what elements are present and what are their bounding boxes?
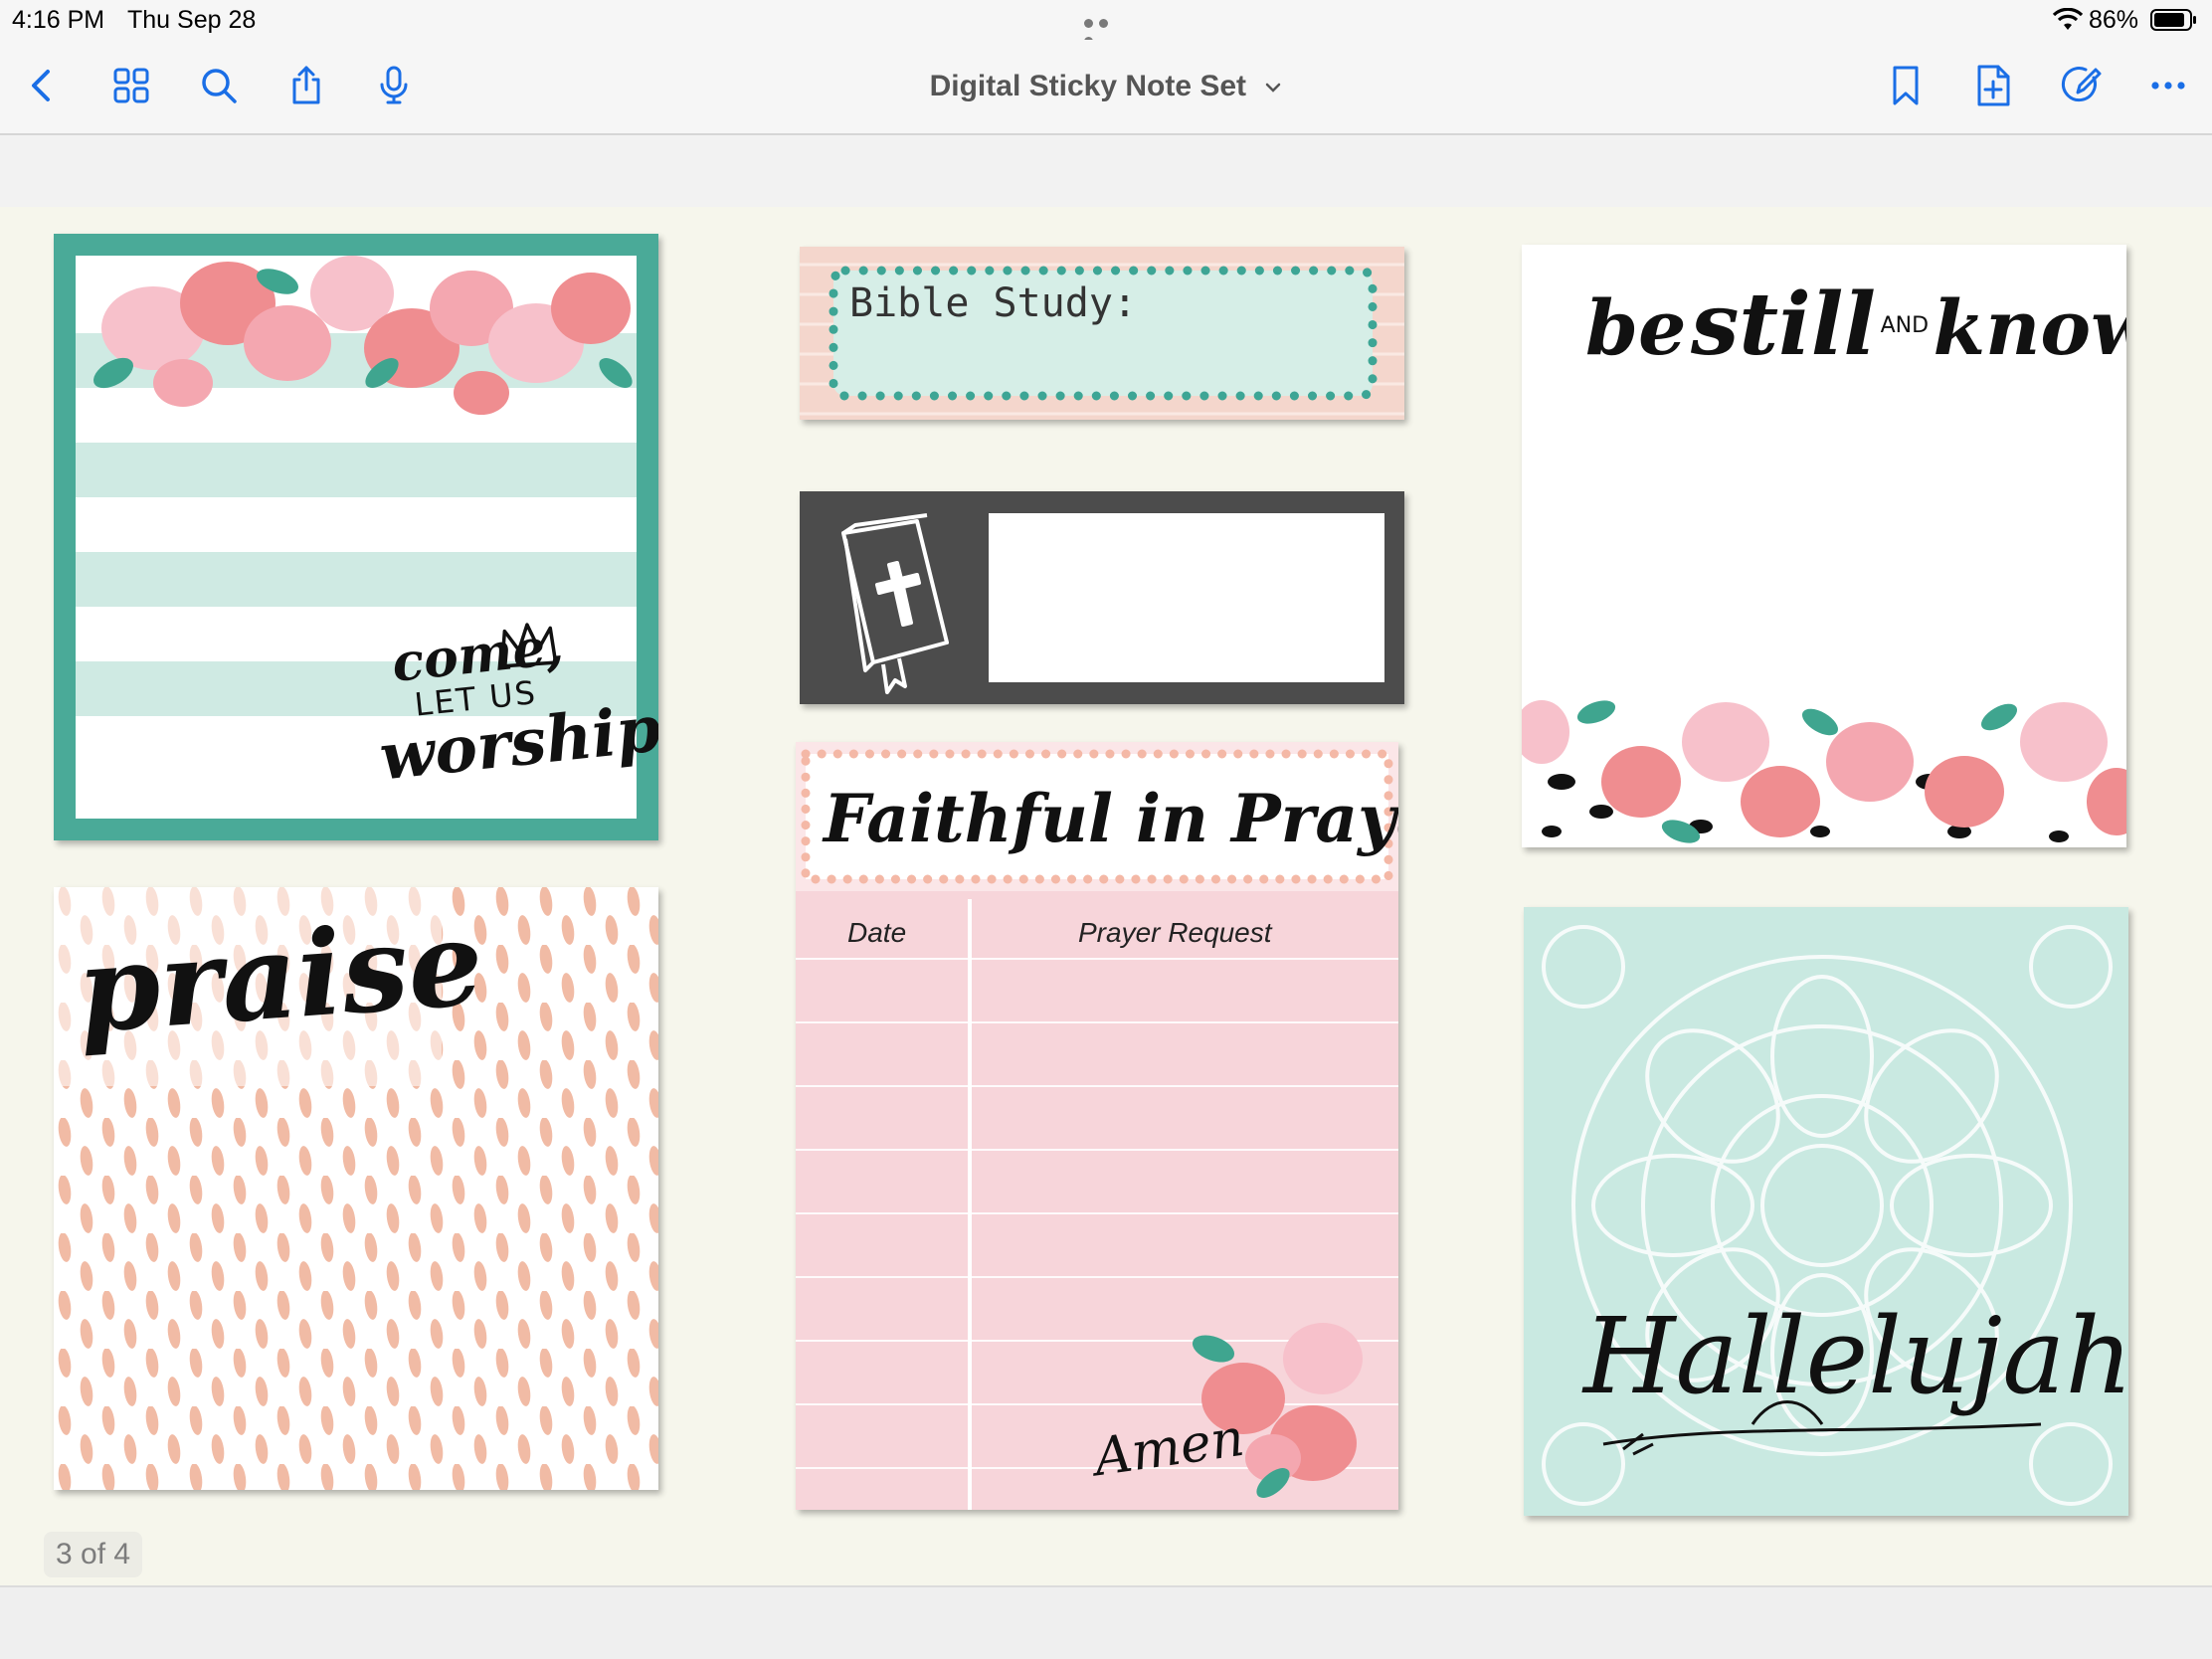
- status-time: 4:16 PM: [12, 6, 105, 34]
- sticky-note-bible-study[interactable]: Bible Study:: [800, 247, 1404, 420]
- praise-lettering: praise: [73, 892, 487, 1060]
- hallelujah-lettering: Hallelujah: [1583, 1295, 2128, 1417]
- battery-icon: [2150, 9, 2196, 31]
- chevron-down-icon: [1266, 83, 1281, 92]
- add-page-icon[interactable]: [1967, 60, 2019, 111]
- be-still-lettering: be still AND know: [1585, 275, 2126, 375]
- be-still-word-1: be: [1585, 283, 1687, 372]
- pdf-page[interactable]: come, LET US worship Bible Study: Faithf…: [0, 207, 2212, 1585]
- sticky-note-faithful-in-prayer[interactable]: Faithful in Prayer Date Prayer Request A…: [796, 742, 1398, 1510]
- markup-pen-icon[interactable]: [2055, 60, 2107, 111]
- document-title: Digital Sticky Note Set: [929, 70, 1247, 102]
- bible-study-label: Bible Study:: [849, 280, 1137, 326]
- be-still-word-2: still: [1690, 275, 1877, 375]
- sticky-note-praise[interactable]: praise: [54, 887, 658, 1490]
- sticky-note-hallelujah[interactable]: Hallelujah: [1524, 907, 2128, 1516]
- sticky-note-chalkboard[interactable]: [800, 491, 1404, 704]
- bookmark-icon[interactable]: [1880, 60, 1932, 111]
- column-header-prayer-request: Prayer Request: [1078, 917, 1272, 948]
- be-still-word-3: AND: [1880, 313, 1930, 338]
- toolbar: Digital Sticky Note Set: [0, 40, 2212, 135]
- status-date: Thu Sep 28: [127, 6, 257, 34]
- wifi-icon: [2053, 8, 2083, 30]
- be-still-word-4: know: [1933, 283, 2126, 372]
- sticky-note-be-still[interactable]: be still AND know: [1522, 245, 2126, 847]
- faithful-title: Faithful in Prayer: [824, 780, 1398, 857]
- mandala-pattern: [1524, 907, 2128, 1516]
- more-icon[interactable]: [2142, 60, 2194, 111]
- page-indicator: 3 of 4: [44, 1532, 143, 1577]
- status-bar: 4:16 PM Thu Sep 28 86%: [0, 0, 2212, 46]
- battery-percent: 86%: [2089, 6, 2139, 34]
- worship-lettering: come, LET US worship: [376, 614, 658, 795]
- sticky-note-worship[interactable]: come, LET US worship: [54, 234, 658, 840]
- bottom-strip: [0, 1585, 2212, 1659]
- column-header-date: Date: [847, 917, 907, 948]
- multitasking-dots-icon[interactable]: [1084, 15, 1128, 46]
- toolbar-spacer: [0, 137, 2212, 207]
